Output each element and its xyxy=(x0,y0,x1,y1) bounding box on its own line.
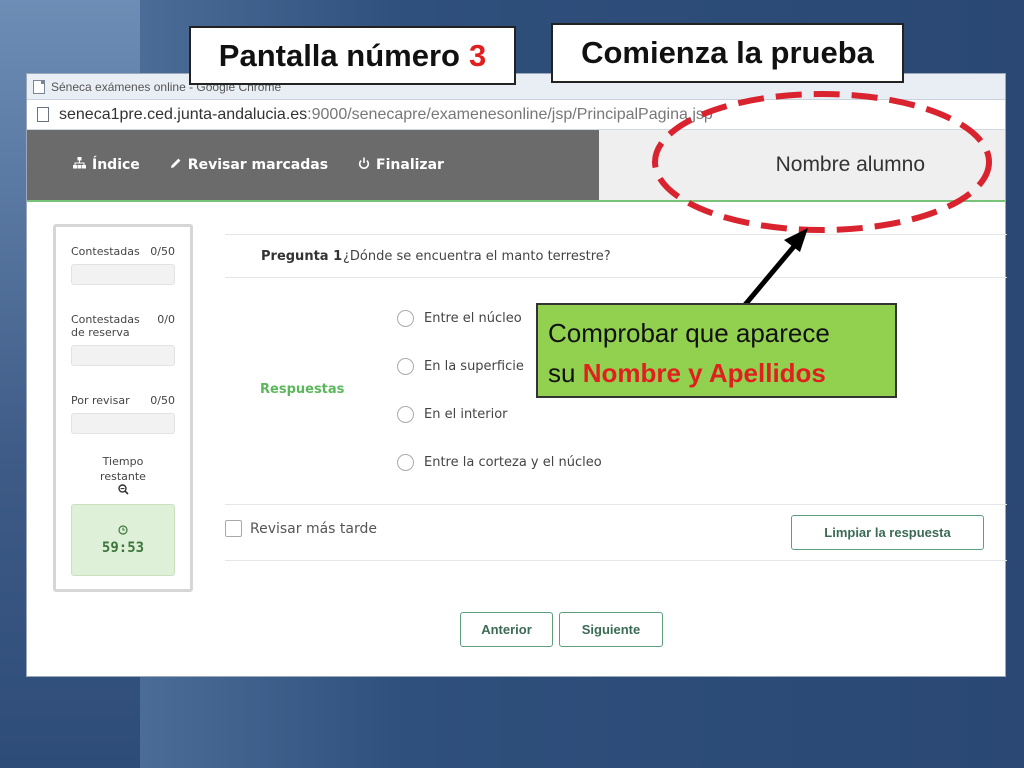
answer-option-4[interactable]: Entre la corteza y el núcleo xyxy=(397,454,602,471)
student-area: Nombre alumno xyxy=(599,130,1005,200)
reserve-stat: Contestadas de reserva 0/0 xyxy=(71,313,175,366)
screen-number: 3 xyxy=(468,37,487,73)
answers-divider xyxy=(225,504,1007,505)
url-path: :9000/senecapre/examenesonline/jsp/Princ… xyxy=(307,105,713,123)
start-test-callout: Comienza la prueba xyxy=(551,23,904,83)
screen-label: Pantalla número xyxy=(218,37,460,73)
page-icon xyxy=(33,79,45,94)
question-row: Pregunta 1 ¿Dónde se encuentra el manto … xyxy=(225,234,1007,278)
answered-stat: Contestadas 0/50 xyxy=(71,245,175,285)
to-review-count: 0/50 xyxy=(150,394,175,407)
time-label-line2: restante xyxy=(100,470,146,483)
answer-option-text-1: Entre el núcleo xyxy=(424,311,522,326)
answer-option-3[interactable]: En el interior xyxy=(397,406,508,423)
answer-option-text-4: Entre la corteza y el núcleo xyxy=(424,455,602,470)
answered-count: 0/50 xyxy=(150,245,175,258)
previous-button[interactable]: Anterior xyxy=(460,612,553,647)
review-later-option[interactable]: Revisar más tarde xyxy=(225,520,377,537)
countdown-timer: 59:53 xyxy=(71,504,175,576)
student-name: Nombre alumno xyxy=(775,153,925,176)
index-label: Índice xyxy=(92,157,140,173)
review-later-checkbox[interactable] xyxy=(225,520,242,537)
address-bar[interactable]: seneca1pre.ced.junta-andalucia.es:9000/s… xyxy=(27,100,1005,130)
to-review-label: Por revisar xyxy=(71,394,130,407)
reserve-label-line1: Contestadas xyxy=(71,313,140,326)
review-marked-label: Revisar marcadas xyxy=(187,157,329,173)
url-text[interactable]: seneca1pre.ced.junta-andalucia.es:9000/s… xyxy=(59,106,713,124)
answer-radio-4[interactable] xyxy=(397,454,414,471)
instruction-note: Comprobar que aparece su Nombre y Apelli… xyxy=(536,303,897,398)
answered-label: Contestadas xyxy=(71,245,140,258)
clear-answer-button[interactable]: Limpiar la respuesta xyxy=(791,515,984,550)
next-button[interactable]: Siguiente xyxy=(559,612,663,647)
nav-accent-line xyxy=(27,200,1005,202)
answered-progress-bar xyxy=(71,264,175,285)
time-label-line1: Tiempo xyxy=(102,455,144,468)
exam-top-navigation: Índice Revisar marcadas Finalizar Nombre… xyxy=(27,130,1005,200)
answer-radio-3[interactable] xyxy=(397,406,414,423)
exam-menu: Índice Revisar marcadas Finalizar xyxy=(27,130,599,200)
url-host: seneca1pre.ced.junta-andalucia.es xyxy=(59,105,308,123)
zoom-out-icon[interactable] xyxy=(71,484,175,498)
note-line-1: Comprobar que aparece xyxy=(548,318,830,348)
finish-label: Finalizar xyxy=(376,157,444,173)
answer-option-text-3: En el interior xyxy=(424,407,508,422)
finish-button[interactable]: Finalizar xyxy=(358,157,444,174)
progress-sidebar: Contestadas 0/50 Contestadas de reserva 0/… xyxy=(53,224,193,592)
answer-option-2[interactable]: En la superficie xyxy=(397,358,524,375)
index-button[interactable]: Índice xyxy=(73,157,140,173)
reserve-label-line2: de reserva xyxy=(71,326,130,339)
answer-option-1[interactable]: Entre el núcleo xyxy=(397,310,522,327)
to-review-stat: Por revisar 0/50 xyxy=(71,394,175,434)
review-divider xyxy=(225,560,1007,561)
answers-label: Respuestas xyxy=(260,382,345,397)
time-remaining-value: 59:53 xyxy=(101,539,145,556)
answer-radio-1[interactable] xyxy=(397,310,414,327)
note-prefix: su xyxy=(548,358,576,388)
screen-number-callout: Pantalla número 3 xyxy=(189,26,516,85)
time-remaining-label: Tiempo restante xyxy=(71,454,175,484)
clock-icon xyxy=(118,524,128,538)
start-test-label: Comienza la prueba xyxy=(581,35,874,70)
reserve-progress-bar xyxy=(71,345,175,366)
question-number: Pregunta 1 xyxy=(261,248,343,264)
question-text: ¿Dónde se encuentra el manto terrestre? xyxy=(343,248,611,264)
note-highlight: Nombre y Apellidos xyxy=(582,358,826,388)
document-icon xyxy=(37,107,49,122)
pencil-icon xyxy=(170,157,182,173)
answer-radio-2[interactable] xyxy=(397,358,414,375)
review-marked-button[interactable]: Revisar marcadas xyxy=(170,157,328,173)
sitemap-icon xyxy=(73,157,86,173)
reserve-count: 0/0 xyxy=(157,313,175,326)
to-review-progress-bar xyxy=(71,413,175,434)
review-later-label: Revisar más tarde xyxy=(250,520,378,537)
power-icon xyxy=(358,157,370,174)
answer-option-text-2: En la superficie xyxy=(424,359,524,374)
